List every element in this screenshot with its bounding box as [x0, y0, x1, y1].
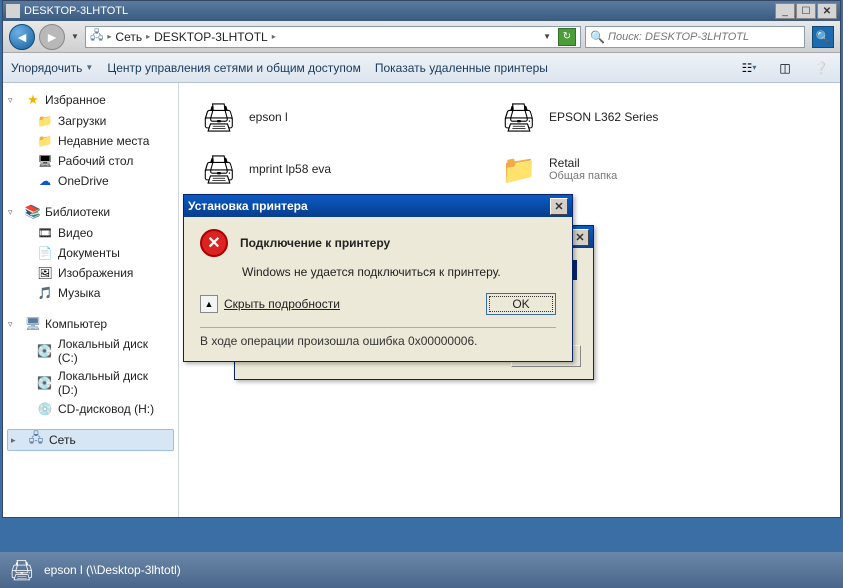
favorites-group: ▿ ★ Избранное 📁Загрузки 📁Недавние места …	[5, 89, 176, 191]
navigation-pane: ▿ ★ Избранное 📁Загрузки 📁Недавние места …	[3, 83, 179, 517]
printer-item-epsonl[interactable]: 🖨 epson l	[197, 95, 477, 139]
error-close-button[interactable]: ✕	[550, 198, 568, 215]
close-button[interactable]: ✕	[817, 3, 837, 19]
collapse-icon: ▿	[8, 95, 13, 106]
maximize-button[interactable]: ☐	[796, 3, 816, 19]
show-remote-printers-button[interactable]: Показать удаленные принтеры	[375, 61, 548, 75]
printer-item-mprint[interactable]: 🖨 mprint lp58 eva	[197, 147, 477, 191]
printer-icon: 🖨	[497, 99, 541, 135]
computer-header[interactable]: ▿ 🖥 Компьютер	[5, 313, 176, 335]
error-heading: Подключение к принтеру	[240, 236, 390, 250]
computer-icon: 🖥	[25, 316, 41, 332]
help-button[interactable]: ❔	[810, 58, 832, 78]
ok-button[interactable]: OK	[486, 293, 556, 315]
chevron-down-icon: ▼	[85, 63, 93, 72]
error-message: Windows не удается подключиться к принте…	[242, 265, 556, 279]
refresh-button[interactable]: ↻	[558, 28, 576, 46]
sidebar-downloads[interactable]: 📁Загрузки	[5, 111, 176, 131]
collapse-icon: ▿	[8, 319, 13, 330]
breadcrumb-sep-icon: ▸	[107, 32, 111, 41]
nav-bar: ◄ ► ▼ 🖧 ▸ Сеть ▸ DESKTOP-3LHTOTL ▸ ▼ ↻ 🔍…	[3, 21, 840, 53]
window-icon	[6, 4, 20, 18]
sidebar-desktop[interactable]: 🖥Рабочий стол	[5, 151, 176, 171]
breadcrumb-host[interactable]: DESKTOP-3LHTOTL	[154, 30, 268, 44]
forward-button[interactable]: ►	[39, 24, 65, 50]
address-bar[interactable]: 🖧 ▸ Сеть ▸ DESKTOP-3LHTOTL ▸ ▼ ↻	[85, 26, 581, 48]
favorites-header[interactable]: ▿ ★ Избранное	[5, 89, 176, 111]
taskbar-item-label[interactable]: epson l (\\Desktop-3lhtotl)	[44, 563, 181, 577]
view-options-button[interactable]: ☷▾	[738, 58, 760, 78]
sidebar-network[interactable]: ▸ 🖧 Сеть	[7, 429, 174, 451]
collapse-icon: ▿	[8, 207, 13, 218]
search-input[interactable]	[608, 31, 800, 43]
error-detail: В ходе операции произошла ошибка 0x00000…	[200, 334, 556, 348]
address-dropdown[interactable]: ▼	[540, 32, 554, 41]
libraries-icon: 📚	[25, 204, 41, 220]
breadcrumb-network[interactable]: Сеть	[115, 30, 142, 44]
nav-history-dropdown[interactable]: ▼	[69, 27, 81, 47]
share-item-retail[interactable]: 📁 Retail Общая папка	[497, 147, 777, 191]
error-icon: ✕	[200, 229, 228, 257]
drive-icon: 💽	[37, 375, 53, 391]
titlebar: DESKTOP-3LHTOTL _ ☐ ✕	[3, 1, 840, 21]
network-center-button[interactable]: Центр управления сетями и общим доступом	[107, 61, 361, 75]
expand-icon: ▸	[11, 435, 16, 446]
wizard-close-button[interactable]: ✕	[571, 229, 589, 246]
libraries-header[interactable]: ▿ 📚 Библиотеки	[5, 201, 176, 223]
window-title: DESKTOP-3LHTOTL	[24, 5, 775, 17]
error-titlebar[interactable]: Установка принтера ✕	[184, 195, 572, 217]
sidebar-drive-c[interactable]: 💽Локальный диск (C:)	[5, 335, 176, 367]
picture-icon: 🖼	[37, 265, 53, 281]
document-icon: 📄	[37, 245, 53, 261]
breadcrumb-sep-icon: ▸	[272, 32, 276, 41]
network-group: ▸ 🖧 Сеть	[5, 429, 176, 451]
preview-pane-button[interactable]: ◫	[774, 58, 796, 78]
sidebar-music[interactable]: 🎵Музыка	[5, 283, 176, 303]
music-icon: 🎵	[37, 285, 53, 301]
disc-icon: 💿	[37, 401, 53, 417]
search-box[interactable]: 🔍	[585, 26, 805, 48]
command-bar: Упорядочить▼ Центр управления сетями и о…	[3, 53, 840, 83]
printer-icon: 🖨	[197, 99, 241, 135]
video-icon: 🎞	[37, 225, 53, 241]
error-dialog: Установка принтера ✕ ✕ Подключение к при…	[183, 194, 573, 362]
sidebar-recent[interactable]: 📁Недавние места	[5, 131, 176, 151]
desktop-icon: 🖥	[37, 153, 53, 169]
search-button[interactable]: 🔍	[812, 26, 834, 48]
collapse-details-button[interactable]: ▲	[200, 295, 218, 313]
folder-icon: 📁	[497, 151, 541, 187]
cloud-icon: ☁	[37, 173, 53, 189]
network-icon: 🖧	[90, 26, 103, 47]
sidebar-drive-cd[interactable]: 💿CD-дисковод (H:)	[5, 399, 176, 419]
sidebar-pictures[interactable]: 🖼Изображения	[5, 263, 176, 283]
libraries-group: ▿ 📚 Библиотеки 🎞Видео 📄Документы 🖼Изобра…	[5, 201, 176, 303]
printer-icon: 🖨	[197, 151, 241, 187]
network-icon: 🖧	[28, 432, 44, 448]
hide-details-link[interactable]: Скрыть подробности	[224, 297, 340, 311]
taskbar-printer-icon[interactable]: 🖨	[8, 558, 36, 582]
taskbar: 🖨 epson l (\\Desktop-3lhtotl)	[0, 552, 843, 588]
search-icon: 🔍	[590, 30, 604, 44]
sidebar-documents[interactable]: 📄Документы	[5, 243, 176, 263]
folder-icon: 📁	[37, 133, 53, 149]
printer-item-epson-l362[interactable]: 🖨 EPSON L362 Series	[497, 95, 777, 139]
organize-menu[interactable]: Упорядочить▼	[11, 61, 93, 75]
sidebar-onedrive[interactable]: ☁OneDrive	[5, 171, 176, 191]
back-button[interactable]: ◄	[9, 24, 35, 50]
star-icon: ★	[25, 92, 41, 108]
minimize-button[interactable]: _	[775, 3, 795, 19]
drive-icon: 💽	[37, 343, 53, 359]
breadcrumb-sep-icon: ▸	[146, 32, 150, 41]
sidebar-drive-d[interactable]: 💽Локальный диск (D:)	[5, 367, 176, 399]
sidebar-videos[interactable]: 🎞Видео	[5, 223, 176, 243]
folder-icon: 📁	[37, 113, 53, 129]
computer-group: ▿ 🖥 Компьютер 💽Локальный диск (C:) 💽Лока…	[5, 313, 176, 419]
